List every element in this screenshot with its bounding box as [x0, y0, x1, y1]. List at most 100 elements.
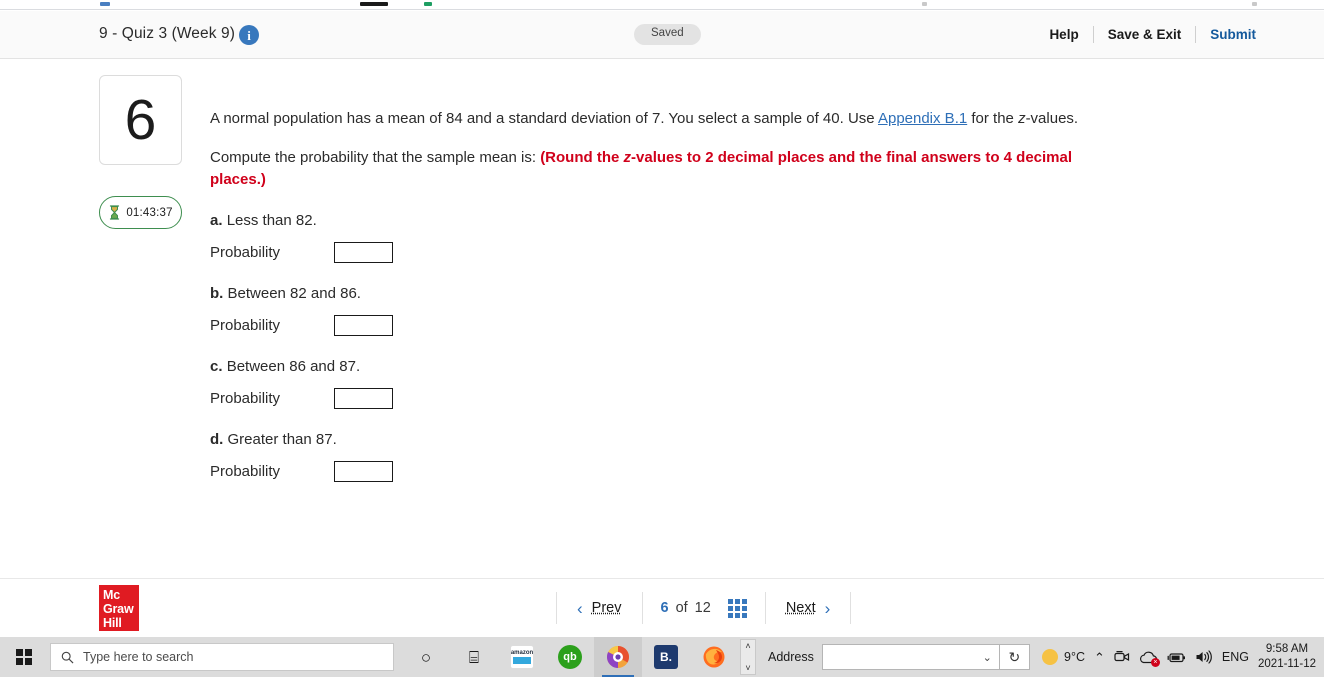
stem-text-2: for the — [967, 110, 1019, 127]
page-indicator: 6 of 12 — [643, 598, 765, 618]
browser-tab-strip — [0, 0, 1324, 10]
weather-widget[interactable]: 9°C — [1042, 649, 1085, 665]
tab-favicon — [1252, 2, 1257, 6]
clock-date: 2021-11-12 — [1258, 658, 1316, 670]
logo-line-1: Mc — [103, 588, 120, 602]
amazon-cart — [513, 657, 531, 664]
question-number-card: 6 — [99, 75, 182, 165]
part-letter: d. — [210, 431, 224, 449]
probability-row: Probability — [210, 315, 1170, 337]
help-button[interactable]: Help — [1035, 27, 1092, 42]
question-stem: A normal population has a mean of 84 and… — [210, 108, 1170, 130]
question-body: A normal population has a mean of 84 and… — [210, 75, 1170, 483]
windows-taskbar: Type here to search ○ ⌸ amazon qb B. ˄ ˅… — [0, 637, 1324, 677]
current-page: 6 — [660, 600, 669, 616]
page-title: 9 - Quiz 3 (Week 9) — [99, 25, 235, 42]
probability-input-c[interactable] — [334, 388, 393, 410]
save-exit-button[interactable]: Save & Exit — [1094, 27, 1196, 42]
taskbar-search[interactable]: Type here to search — [50, 643, 394, 671]
firefox-icon[interactable] — [690, 637, 738, 677]
total-pages: 12 — [694, 600, 711, 616]
amazon-icon[interactable]: amazon — [498, 637, 546, 677]
address-label: Address — [768, 650, 814, 664]
tray-expand-icon[interactable]: ⌃ — [1094, 651, 1105, 664]
screen: 9 - Quiz 3 (Week 9) i Saved Help Save & … — [0, 0, 1324, 677]
probability-label: Probability — [210, 463, 281, 481]
camera-icon[interactable] — [1114, 650, 1130, 664]
of-label: of — [675, 600, 688, 616]
chevron-down-icon: ⌄ — [982, 651, 992, 664]
refresh-icon[interactable]: ↻ — [999, 644, 1030, 670]
language-indicator[interactable]: ENG — [1222, 650, 1249, 664]
compute-instruction: Compute the probability that the sample … — [210, 147, 1110, 191]
task-view-glyph: ⌸ — [468, 647, 480, 667]
task-view-icon[interactable]: ⌸ — [450, 637, 498, 677]
probability-label: Probability — [210, 317, 281, 335]
mcgraw-hill-logo: Mc Graw Hill — [99, 585, 139, 631]
next-button[interactable]: Next › — [766, 600, 851, 617]
search-icon — [61, 651, 74, 663]
timer-text: 01:43:37 — [126, 206, 173, 219]
booking-icon[interactable]: B. — [642, 637, 690, 677]
scroll-up-icon: ˄ — [745, 641, 751, 651]
clock[interactable]: 9:58 AM 2021-11-12 — [1258, 642, 1316, 672]
amazon-label: amazon — [510, 650, 534, 656]
firefox-tile — [703, 646, 725, 668]
scroll-down-icon: ˅ — [745, 663, 751, 673]
tab-favicon — [360, 2, 388, 6]
quickbooks-icon[interactable]: qb — [546, 637, 594, 677]
search-placeholder: Type here to search — [83, 650, 194, 664]
question-part: c. Between 86 and 87. — [210, 358, 1170, 375]
part-text: Between 82 and 86. — [227, 285, 361, 303]
tab-favicon — [922, 2, 927, 6]
stem-text-3: -values. — [1025, 110, 1079, 127]
cloud-error-icon[interactable]: × — [1139, 650, 1160, 667]
grid-menu-icon[interactable] — [727, 598, 747, 618]
probability-row: Probability — [210, 388, 1170, 410]
rounding-pre: (Round the — [540, 148, 624, 166]
stem-text-1: A normal population has a mean of 84 and… — [210, 110, 878, 127]
probability-label: Probability — [210, 390, 281, 408]
divider — [850, 592, 852, 624]
start-button[interactable] — [0, 637, 48, 677]
prev-label: Prev — [591, 600, 622, 616]
probability-input-a[interactable] — [334, 242, 393, 264]
hourglass-icon — [110, 205, 120, 220]
quickbooks-tile: qb — [558, 645, 582, 669]
address-input[interactable]: ⌄ — [821, 644, 1000, 670]
tab-favicon — [100, 2, 110, 6]
sun-icon — [1042, 649, 1059, 665]
probability-input-b[interactable] — [334, 315, 393, 337]
address-toolbar: Address ⌄ ↻ — [768, 644, 1030, 670]
header-actions: Help Save & Exit Submit — [1035, 26, 1256, 43]
battery-icon[interactable] — [1167, 651, 1186, 664]
logo-line-2: Graw — [103, 602, 134, 616]
part-text: Less than 82. — [226, 212, 317, 230]
quiz-timer: 01:43:37 — [99, 196, 182, 229]
browser-tile — [606, 646, 629, 668]
question-part: b. Between 82 and 86. — [210, 285, 1170, 302]
question-part: a. Less than 82. — [210, 212, 1170, 229]
weather-temp: 9°C — [1064, 650, 1086, 664]
appendix-link[interactable]: Appendix B.1 — [878, 110, 967, 127]
prev-button[interactable]: ‹ Prev — [557, 600, 642, 617]
logo-line-3: Hill — [103, 616, 122, 630]
chevron-left-icon: ‹ — [577, 598, 583, 618]
info-icon[interactable]: i — [239, 25, 259, 45]
cortana-glyph: ○ — [420, 647, 432, 667]
part-letter: a. — [210, 212, 223, 230]
submit-button[interactable]: Submit — [1196, 27, 1256, 42]
volume-icon[interactable] — [1195, 650, 1213, 664]
browser-app-icon[interactable] — [594, 637, 642, 677]
tab-favicon — [424, 2, 432, 6]
cortana-icon[interactable]: ○ — [402, 637, 450, 677]
taskbar-app-icons: ○ ⌸ amazon qb B. — [402, 637, 738, 677]
part-text: Greater than 87. — [227, 431, 337, 449]
compute-prefix: Compute the probability that the sample … — [210, 148, 541, 166]
taskbar-scroll-arrows[interactable]: ˄ ˅ — [740, 639, 756, 675]
system-tray: 9°C ⌃ × ENG 9:58 AM 2021-11-12 — [1042, 642, 1324, 672]
probability-label: Probability — [210, 244, 281, 262]
probability-input-d[interactable] — [334, 461, 393, 483]
windows-start-icon — [16, 649, 32, 665]
part-letter: b. — [210, 285, 224, 303]
